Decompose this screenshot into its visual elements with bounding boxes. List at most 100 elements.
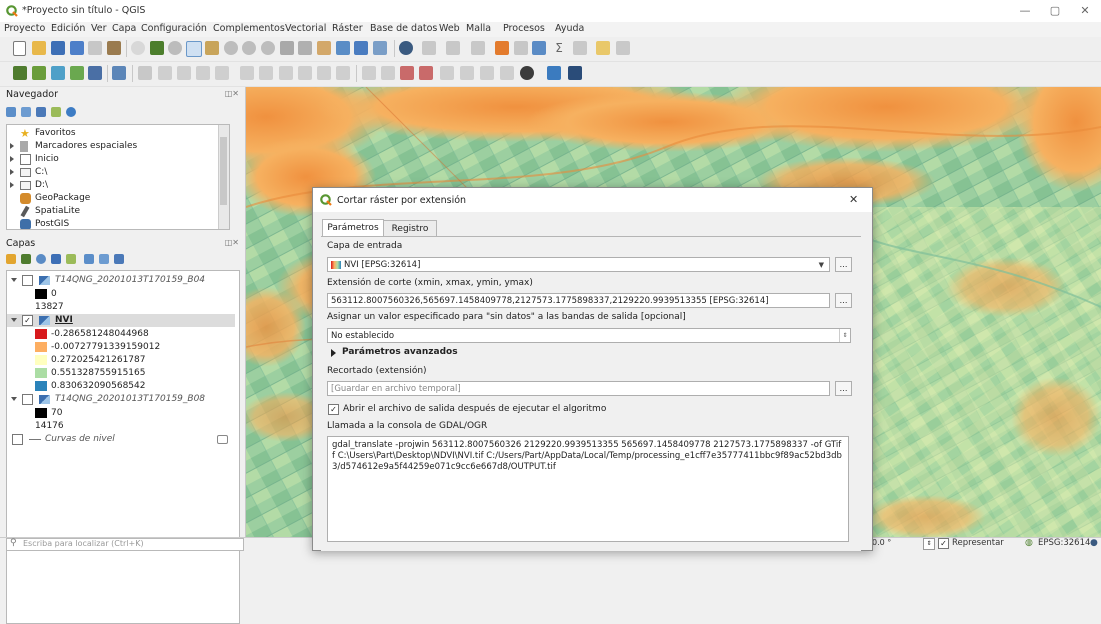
style-panel-icon[interactable] (6, 254, 16, 264)
navigator-item-d-drive[interactable]: D:\ (7, 179, 217, 192)
zoom-next-icon[interactable] (317, 41, 331, 55)
deselect-icon[interactable] (471, 41, 485, 55)
layer-row[interactable]: T14QNG_20201013T170159_B04 (7, 274, 235, 287)
open-output-checkbox[interactable]: ✓ (328, 404, 339, 415)
remove-layer-icon[interactable] (114, 254, 124, 264)
expand-arrow-icon[interactable] (10, 182, 14, 188)
layer-group-row[interactable]: Curvas de nivel (7, 433, 235, 446)
zoom-out-icon[interactable] (186, 41, 202, 57)
navigator-close-icon[interactable]: ◫✕ (225, 89, 239, 98)
crs-label[interactable]: EPSG:32614 (1038, 538, 1090, 548)
menu-web[interactable]: Web (439, 23, 460, 34)
field-calculator-icon[interactable] (514, 41, 528, 55)
zoom-rubberband-icon[interactable] (205, 41, 219, 55)
scrollbar-thumb[interactable] (220, 137, 227, 205)
label-pin-icon[interactable] (381, 66, 395, 80)
layer-visibility-checkbox[interactable]: ✓ (22, 315, 33, 326)
identify-icon[interactable] (399, 41, 413, 55)
processing-icon[interactable] (568, 66, 582, 80)
add-feature-icon[interactable] (196, 66, 210, 80)
menu-base-de-datos[interactable]: Base de datos (370, 23, 437, 34)
refresh-browser-icon[interactable] (21, 107, 31, 117)
expand-arrow-icon[interactable] (10, 143, 14, 149)
expand-arrow-icon[interactable] (10, 156, 14, 162)
render-checkbox[interactable]: ✓ (938, 538, 949, 549)
open-project-icon[interactable] (32, 41, 46, 55)
menu-configuracion[interactable]: Configuración (141, 23, 207, 34)
close-window-button[interactable]: ✕ (1070, 2, 1100, 20)
redo-icon[interactable] (336, 66, 350, 80)
statistics-icon[interactable]: Σ (552, 41, 566, 55)
collapse-all-layers-icon[interactable] (99, 254, 109, 264)
messages-icon[interactable]: ● (1090, 538, 1098, 548)
open-output-option[interactable]: ✓ Abrir el archivo de salida después de … (327, 403, 627, 417)
expand-all-icon[interactable] (84, 254, 94, 264)
expand-arrow-icon[interactable] (10, 169, 14, 175)
visibility-icon[interactable] (36, 254, 46, 264)
layer-row[interactable]: ✓ NVI (7, 314, 235, 327)
nodata-spinner[interactable]: ⇕ (839, 329, 850, 342)
navigator-scrollbar[interactable] (218, 125, 229, 229)
rotation-spinner[interactable]: ⇕ (923, 538, 935, 550)
navigator-item-inicio[interactable]: Inicio (7, 153, 217, 166)
zoom-native-icon[interactable] (280, 41, 294, 55)
digitize-icon[interactable] (138, 66, 152, 80)
menu-complementos[interactable]: Complementos (213, 23, 285, 34)
label-rotate-icon[interactable] (440, 66, 454, 80)
data-source-manager-icon[interactable] (13, 66, 27, 80)
menu-ayuda[interactable]: Ayuda (555, 23, 584, 34)
zoom-to-layer-icon[interactable] (261, 41, 275, 55)
callout-tool-icon[interactable] (500, 66, 514, 80)
menu-ver[interactable]: Ver (91, 23, 107, 34)
paste-features-icon[interactable] (298, 66, 312, 80)
navigator-item-postgis[interactable]: PostGIS (7, 218, 217, 229)
collapse-all-icon[interactable] (51, 107, 61, 117)
label-show-icon[interactable] (400, 66, 414, 80)
menu-capa[interactable]: Capa (112, 23, 136, 34)
select-by-value-icon[interactable] (446, 41, 460, 55)
label-move-icon[interactable] (419, 66, 433, 80)
layer-row[interactable]: T14QNG_20201013T170159_B08 (7, 393, 235, 406)
locator-search[interactable]: ⚲ Escriba para localizar (Ctrl+K) (6, 538, 244, 551)
python-console-icon[interactable] (547, 66, 561, 80)
add-delimited-text-icon[interactable] (70, 66, 84, 80)
save-as-icon[interactable] (70, 41, 84, 55)
layer-visibility-checkbox[interactable] (22, 394, 33, 405)
copy-features-icon[interactable] (279, 66, 293, 80)
refresh-icon[interactable] (373, 41, 387, 55)
label-tool-icon[interactable] (362, 66, 376, 80)
plugin-icon[interactable] (520, 66, 534, 80)
map-tips-icon[interactable] (596, 41, 610, 55)
add-vector-layer-icon[interactable] (32, 66, 46, 80)
expand-arrow-icon[interactable] (11, 318, 17, 322)
menu-raster[interactable]: Ráster (332, 23, 363, 34)
input-layer-browse-button[interactable]: … (835, 257, 852, 272)
undo-icon[interactable] (317, 66, 331, 80)
layer-visibility-checkbox[interactable] (22, 275, 33, 286)
menu-vectorial[interactable]: Vectorial (285, 23, 326, 34)
advanced-toggle[interactable]: Parámetros avanzados (327, 347, 527, 361)
group-indicator-icon[interactable] (217, 435, 228, 444)
pan-hand-icon[interactable] (131, 41, 145, 55)
navigator-item-marcadores[interactable]: Marcadores espaciales (7, 140, 217, 153)
properties-icon[interactable] (66, 107, 76, 117)
gdal-console-text[interactable]: gdal_translate -projwin 563112.800756032… (327, 436, 849, 542)
layers-close-icon[interactable]: ◫✕ (225, 238, 239, 247)
zoom-to-selection-icon[interactable] (242, 41, 256, 55)
attribute-table-icon[interactable] (495, 41, 509, 55)
measure-icon[interactable] (573, 41, 587, 55)
clipped-output-input[interactable]: [Guardar en archivo temporal] (327, 381, 830, 396)
menu-edicion[interactable]: Edición (51, 23, 85, 34)
extent-input[interactable]: 563112.8007560326,565697.1458409778,2127… (327, 293, 830, 308)
rotation-value[interactable]: 0.0 ° (872, 538, 891, 547)
pan-to-selection-icon[interactable] (150, 41, 164, 55)
toolbox-icon[interactable] (532, 41, 546, 55)
menu-malla[interactable]: Malla (466, 23, 491, 34)
navigator-item-c-drive[interactable]: C:\ (7, 166, 217, 179)
navigator-item-favoritos[interactable]: ★ Favoritos (7, 127, 217, 140)
output-browse-button[interactable]: … (835, 381, 852, 396)
dialog-close-button[interactable]: ✕ (849, 193, 858, 206)
cut-features-icon[interactable] (259, 66, 273, 80)
pencil-edit-icon[interactable] (158, 66, 172, 80)
navigator-item-geopackage[interactable]: GeoPackage (7, 192, 217, 205)
